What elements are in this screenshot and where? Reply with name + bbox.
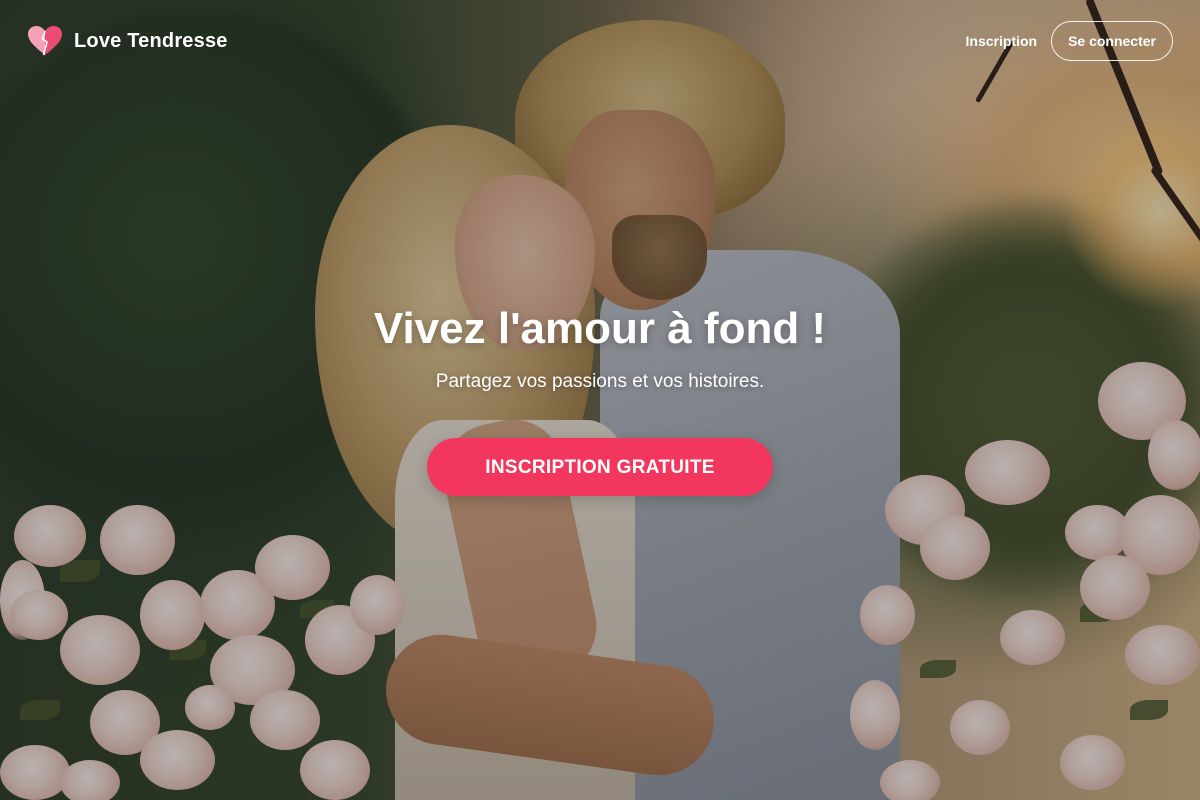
- signup-link[interactable]: Inscription: [966, 27, 1038, 55]
- brand-logo-link[interactable]: Love Tendresse: [27, 25, 228, 57]
- heart-icon: [28, 26, 62, 56]
- brand-name: Love Tendresse: [74, 29, 228, 52]
- free-signup-button[interactable]: INSCRIPTION GRATUITE: [427, 438, 773, 496]
- landing-page: Love Tendresse Inscription Se connecter …: [0, 0, 1200, 800]
- hero-subtitle: Partagez vos passions et vos histoires.: [435, 371, 765, 392]
- header-nav: Inscription Se connecter: [966, 21, 1173, 61]
- login-button[interactable]: Se connecter: [1051, 21, 1173, 61]
- hero-title: Vivez l'amour à fond !: [373, 304, 827, 353]
- site-header: Love Tendresse Inscription Se connecter: [0, 0, 1200, 82]
- hero-section: Vivez l'amour à fond ! Partagez vos pass…: [0, 300, 1200, 496]
